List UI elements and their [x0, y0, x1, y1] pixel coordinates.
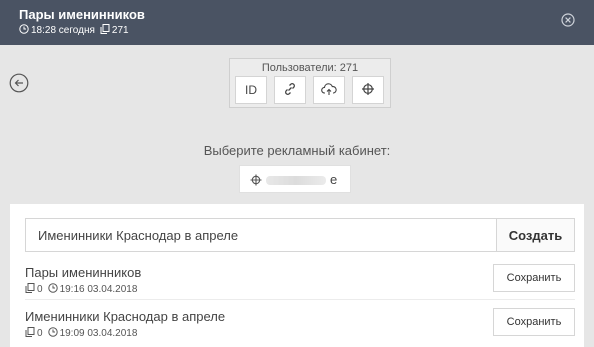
item-count: 0	[37, 328, 43, 339]
target-button[interactable]	[352, 76, 384, 104]
audience-name-input[interactable]: Именинники Краснодар в апреле	[25, 218, 497, 252]
link-button[interactable]	[274, 76, 306, 104]
divider	[25, 299, 575, 300]
item-time: 19:16 03.04.2018	[59, 284, 138, 295]
clock-icon	[47, 327, 60, 340]
users-panel: Пользователи: 271 ID	[229, 58, 391, 108]
upload-button[interactable]	[313, 76, 345, 104]
back-arrow-icon[interactable]	[9, 73, 29, 93]
cloud-upload-icon	[321, 82, 337, 99]
top-bar: Пары именинников 18:28 сегодня 271	[0, 0, 594, 45]
header-time: 18:28 сегодня	[31, 25, 95, 36]
redacted-cabinet-name	[266, 176, 326, 185]
item-meta: 0 19:09 03.04.2018	[25, 327, 137, 340]
cabinet-name-suffix: e	[330, 172, 338, 187]
item-meta: 0 19:16 03.04.2018	[25, 283, 137, 296]
link-icon	[283, 82, 297, 99]
copy-icon	[25, 283, 37, 296]
audiences-panel: Именинники Краснодар в апреле Создать Па…	[10, 204, 584, 347]
id-button-label: ID	[245, 83, 257, 97]
users-count-label: Пользователи: 271	[261, 62, 359, 74]
close-icon[interactable]	[561, 13, 575, 27]
item-name: Именинники Краснодар в апреле	[25, 309, 226, 324]
header-count: 271	[111, 25, 129, 36]
item-time: 19:09 03.04.2018	[59, 328, 138, 339]
id-button[interactable]: ID	[235, 76, 267, 104]
clock-icon	[47, 283, 60, 296]
list-item: Именинники Краснодар в апреле 0 19:09 03…	[25, 302, 575, 346]
crosshair-icon	[361, 82, 375, 99]
list-item: Пары именинников 0 19:16 03.04.2018 Сохр…	[25, 258, 575, 302]
create-button[interactable]: Создать	[496, 218, 575, 252]
page-title: Пары именинников	[19, 7, 145, 22]
copy-icon	[25, 327, 37, 340]
cabinet-prompt: Выберите рекламный кабинет:	[203, 143, 391, 158]
clock-icon	[19, 24, 31, 37]
item-count: 0	[37, 284, 43, 295]
header-meta: 18:28 сегодня 271	[19, 24, 129, 37]
copy-icon	[100, 24, 112, 37]
save-button[interactable]: Сохранить	[493, 308, 575, 336]
cabinet-selector[interactable]: e	[239, 165, 351, 193]
save-button[interactable]: Сохранить	[493, 264, 575, 292]
item-name: Пары именинников	[25, 265, 142, 280]
